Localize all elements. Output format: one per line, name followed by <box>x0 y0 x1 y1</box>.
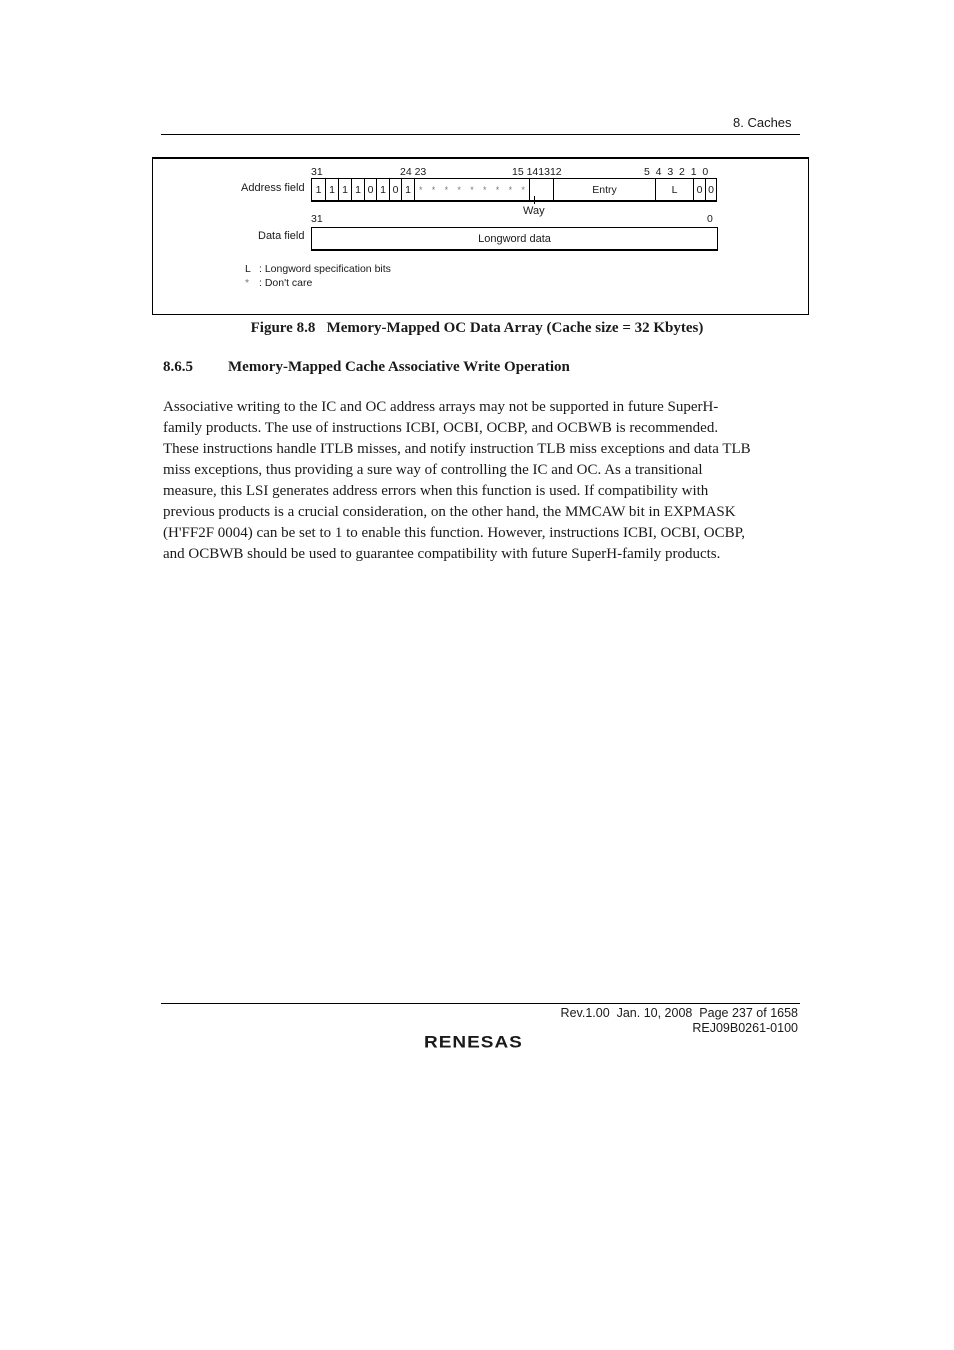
data-bit-label-31: 31 <box>311 213 323 225</box>
way-label: Way <box>523 205 545 217</box>
bit-cell: 1 <box>376 179 389 200</box>
section-title: Memory-Mapped Cache Associative Write Op… <box>228 359 570 375</box>
bit-cell: 0 <box>364 179 376 200</box>
way-cell <box>529 179 553 200</box>
dont-care-bit: * <box>508 184 513 195</box>
paragraph-line: previous products is a crucial considera… <box>163 504 736 520</box>
dont-care-bit: * <box>521 184 525 195</box>
dont-care-bit: * <box>482 184 487 195</box>
address-field-label: Address field <box>241 182 305 194</box>
legend-text: : Longword specification bits <box>259 263 391 275</box>
dont-care-bit: * <box>470 184 474 195</box>
bit-cell: 1 <box>315 183 322 196</box>
bit-label-5-0: 5 4 3 2 1 0 <box>644 166 709 178</box>
dont-care-bit: * <box>495 184 500 195</box>
figure-caption: Figure 8.8 Memory-Mapped OC Data Array (… <box>250 320 704 336</box>
bit-cell: 0 <box>693 179 705 200</box>
footer-doc-number: REJ09B0261-0100 <box>692 1021 798 1035</box>
bit-cell: 0 <box>389 179 401 200</box>
data-field-label: Data field <box>258 230 305 242</box>
paragraph-line: measure, this LSI generates address erro… <box>163 483 709 499</box>
header-rule <box>161 134 800 135</box>
bit-cell: 1 <box>325 179 338 200</box>
dont-care-bit: * <box>419 184 423 195</box>
bit-label-15-12: 15 141312 <box>512 166 562 178</box>
data-bit-label-0: 0 <box>707 213 713 225</box>
legend-key: * <box>245 277 250 289</box>
footer-revision: Rev.1.00 Jan. 10, 2008 Page 237 of 1658 <box>560 1006 798 1020</box>
entry-cell: Entry <box>553 179 655 200</box>
bit-cell: 1 <box>338 179 351 200</box>
data-field-register: Longword data <box>311 227 718 251</box>
paragraph-line: family products. The use of instructions… <box>163 420 719 436</box>
bit-label-24-23: 24 23 <box>400 166 427 178</box>
dont-care-bit: * <box>444 184 449 195</box>
legend-text: : Don't care <box>259 277 313 289</box>
running-head: 8. Caches <box>733 115 792 130</box>
dont-care-bit: * <box>431 184 436 195</box>
body-paragraph: Associative writing to the IC and OC add… <box>163 397 803 565</box>
footer-rule <box>161 1003 800 1004</box>
bit-cell: 1 <box>351 179 364 200</box>
dont-care-bits: * * * * * * * * * <box>414 179 529 200</box>
way-pointer <box>534 196 535 204</box>
section-number: 8.6.5 <box>163 359 193 375</box>
paragraph-line: and OCBWB should be used to guarantee co… <box>163 546 721 562</box>
longword-spec-cell: L <box>655 179 693 200</box>
bit-cell: 0 <box>705 179 716 200</box>
paragraph-line: miss exceptions, thus providing a sure w… <box>163 462 703 478</box>
bit-cell: 1 <box>401 179 414 200</box>
legend-item: * : Don't care <box>245 277 312 289</box>
paragraph-line: Associative writing to the IC and OC add… <box>163 399 719 415</box>
bit-label-31: 31 <box>311 166 323 178</box>
legend-key: L <box>245 263 251 275</box>
legend-item: L : Longword specification bits <box>245 263 391 275</box>
renesas-logo: RENESAS <box>424 1033 523 1052</box>
dont-care-bit: * <box>457 184 461 195</box>
paragraph-line: These instructions handle ITLB misses, a… <box>163 441 751 457</box>
paragraph-line: (H'FF2F 0004) can be set to 1 to enable … <box>163 525 746 541</box>
address-field-register: 1 1 1 1 0 1 0 1 * * * * * * * * * Entry L 0 0 <box>311 178 717 202</box>
